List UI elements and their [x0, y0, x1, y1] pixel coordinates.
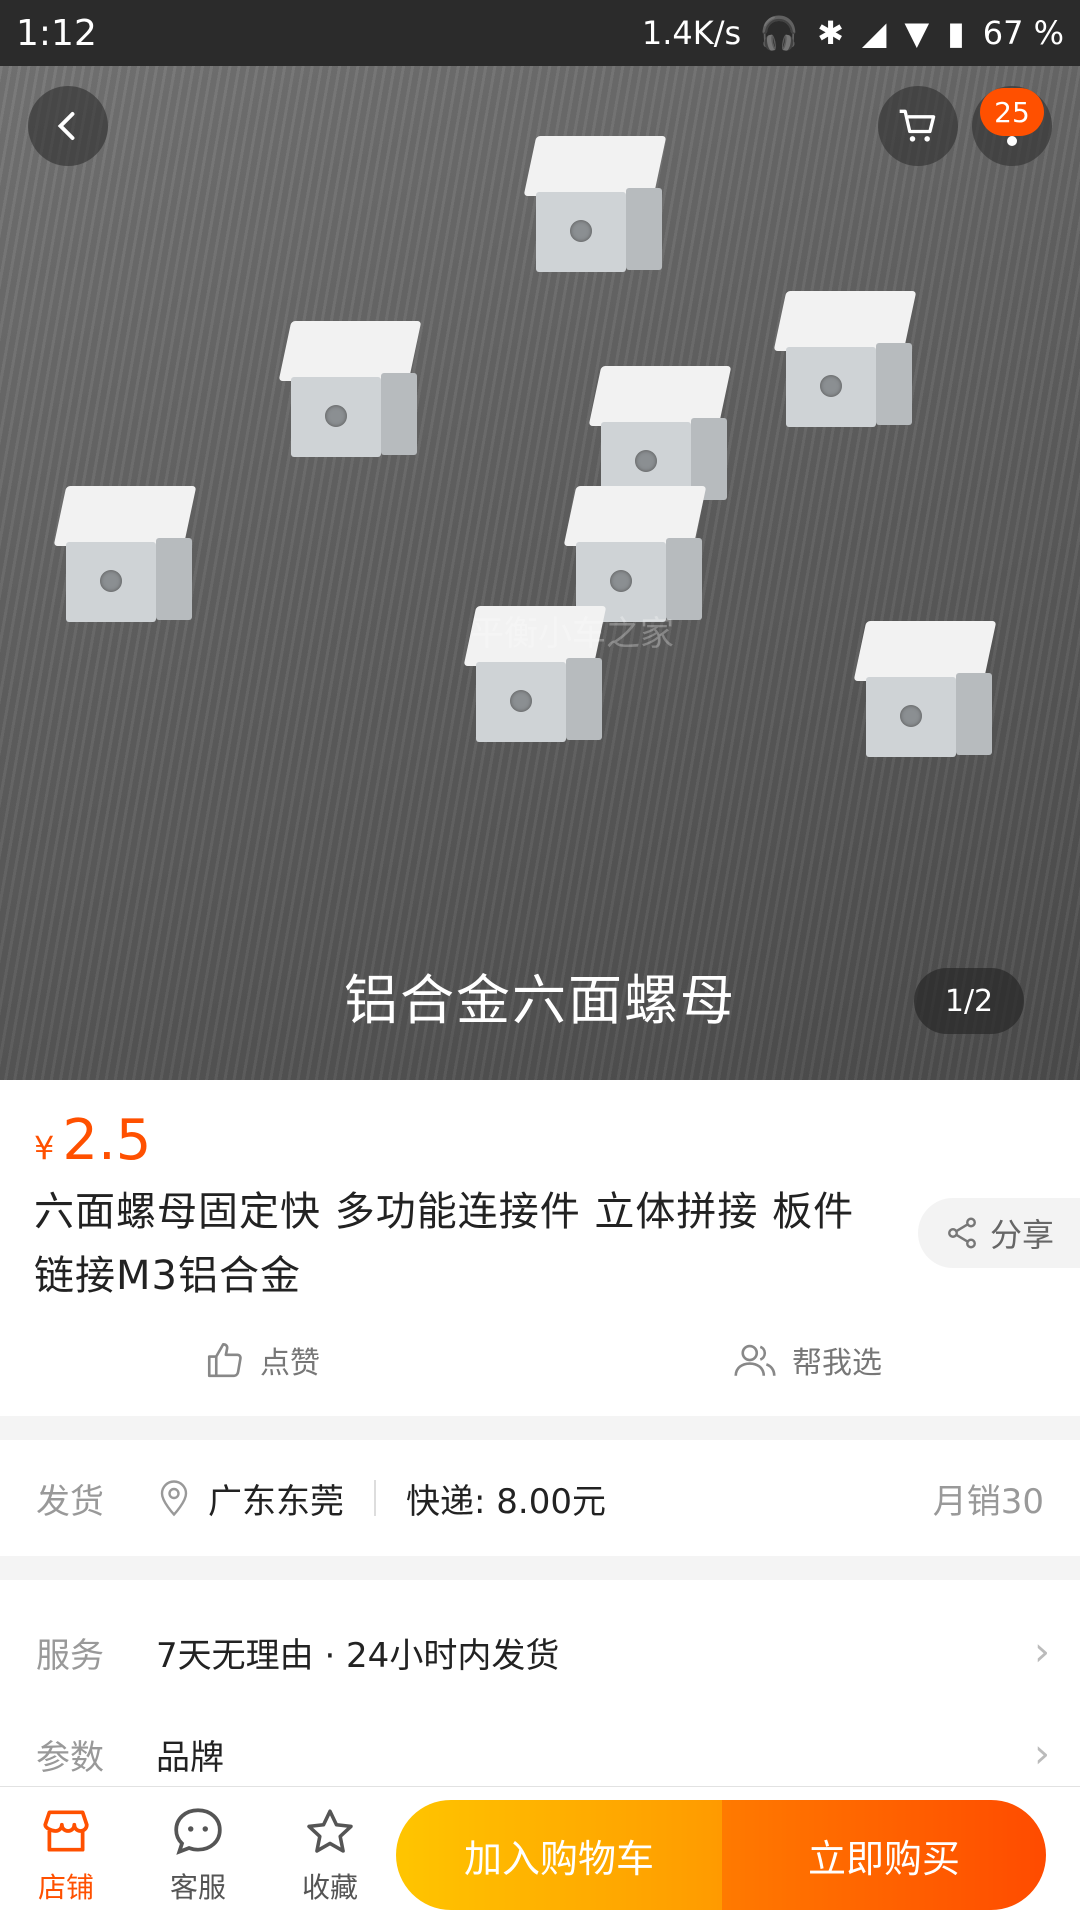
service-value: 7天无理由 · 24小时内发货: [156, 1635, 560, 1676]
like-button[interactable]: 点赞: [204, 1338, 320, 1382]
chat-face-icon: [174, 1808, 222, 1855]
product-photo-cube: [563, 486, 707, 626]
help-choose-button[interactable]: 帮我选: [732, 1338, 882, 1382]
thumbs-up-icon: [207, 1342, 242, 1378]
people-icon: [734, 1344, 776, 1376]
chevron-right-icon: ›: [1034, 1629, 1050, 1675]
star-icon: [307, 1809, 353, 1853]
share-label: 分享: [989, 1216, 1054, 1254]
help-choose-label: 帮我选: [792, 1346, 882, 1381]
notification-badge: 25: [980, 88, 1044, 136]
customer-service-label: 客服: [169, 1871, 226, 1904]
product-image-gallery[interactable]: 平衡小车之家 铝合金六面螺母: [0, 66, 1080, 1080]
headphone-icon: 🎧: [759, 14, 800, 52]
product-photo-cube: [773, 291, 917, 431]
dot-icon: [1007, 136, 1017, 146]
network-speed: 1.4K/s: [641, 14, 742, 52]
divider: [374, 1480, 376, 1516]
product-photo-cube: [53, 486, 197, 626]
shop-tab[interactable]: 店铺: [16, 1806, 116, 1906]
currency-symbol: ¥: [34, 1129, 55, 1167]
back-button[interactable]: [28, 86, 108, 166]
product-photo-cube: [523, 136, 667, 276]
shop-label: 店铺: [37, 1871, 94, 1904]
monthly-sales: 月销30: [932, 1481, 1044, 1522]
shipping-label: 发货: [36, 1481, 104, 1522]
location-pin-icon: [160, 1480, 188, 1517]
product-photo-cube: [853, 621, 997, 761]
service-row[interactable]: 服务 7天无理由 · 24小时内发货 ›: [0, 1600, 1080, 1704]
battery-level: 67 %: [982, 14, 1064, 52]
status-bar: 1:12 1.4K/s 🎧 ✱ ◢ ▼ ▮ 67 %: [0, 0, 1080, 66]
signal-icon: ◢: [861, 14, 887, 52]
cart-button[interactable]: [878, 86, 958, 166]
buy-now-button[interactable]: 立即购买: [722, 1800, 1046, 1910]
shipping-row: 发货 广东东莞 快递: 8.00元 月销30: [0, 1440, 1080, 1556]
shipping-location: 广东东莞: [208, 1481, 344, 1522]
status-time: 1:12: [16, 12, 97, 54]
image-watermark: 平衡小车之家: [470, 614, 674, 654]
chevron-right-icon: ›: [1034, 1731, 1050, 1777]
shop-icon: [43, 1810, 89, 1852]
params-label: 参数: [36, 1737, 104, 1778]
bluetooth-icon: ✱: [817, 14, 844, 52]
wifi-icon: ▼: [904, 14, 930, 52]
battery-icon: ▮: [947, 14, 965, 52]
like-label: 点赞: [260, 1346, 320, 1381]
product-photo-cube: [278, 321, 422, 461]
product-title: 六面螺母固定快 多功能连接件 立体拼接 板件链接M3铝合金: [34, 1189, 855, 1299]
shipping-fee: 快递: 8.00元: [406, 1481, 606, 1522]
add-to-cart-button[interactable]: 加入购物车: [396, 1800, 722, 1910]
product-price: ¥2.5: [34, 1108, 151, 1173]
gallery-page-indicator: 1/2: [914, 968, 1024, 1034]
product-photo-cube: [588, 366, 732, 506]
cart-icon: [899, 109, 936, 142]
params-value: 品牌: [156, 1737, 224, 1778]
favorite-label: 收藏: [301, 1871, 358, 1904]
params-row[interactable]: 参数 品牌 ›: [0, 1722, 1080, 1786]
favorite-tab[interactable]: 收藏: [280, 1806, 380, 1906]
chevron-left-icon: [57, 112, 75, 140]
share-button[interactable]: 分享: [918, 1198, 1080, 1268]
price-value: 2.5: [62, 1108, 152, 1173]
customer-service-tab[interactable]: 客服: [148, 1806, 248, 1906]
service-label: 服务: [36, 1635, 104, 1676]
share-icon: [948, 1217, 976, 1249]
